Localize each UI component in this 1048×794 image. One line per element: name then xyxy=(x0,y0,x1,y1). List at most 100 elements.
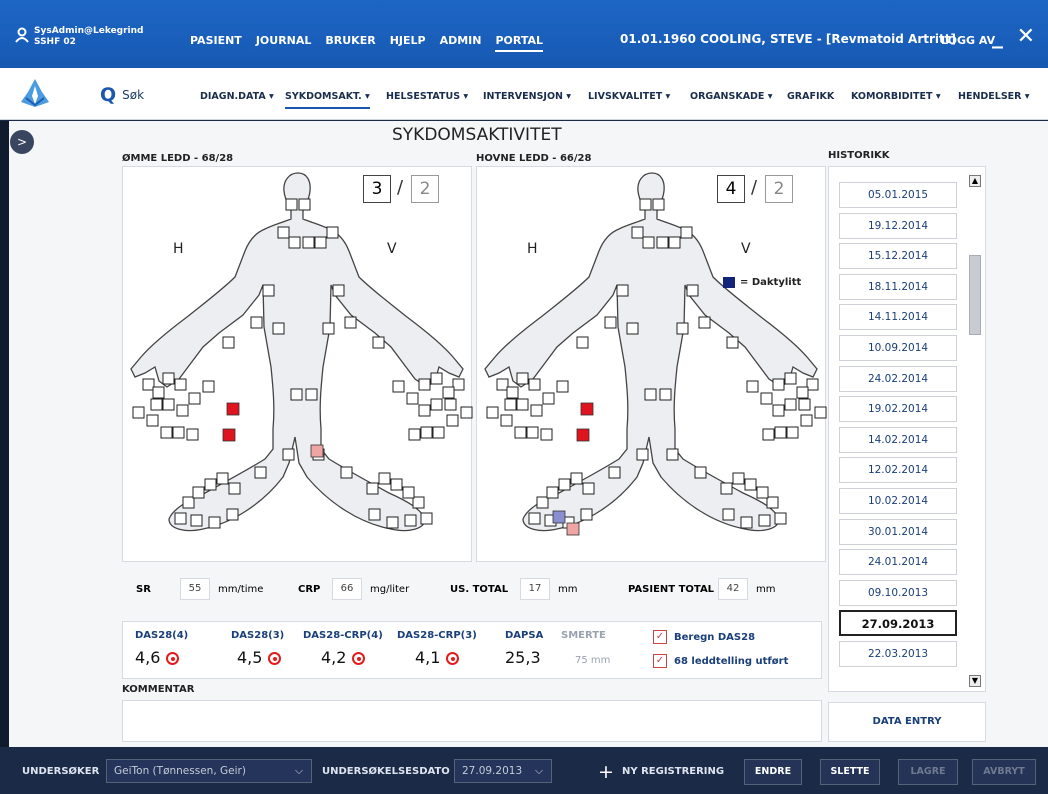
us-total-input[interactable]: 17 xyxy=(520,578,550,600)
joint-checkbox[interactable] xyxy=(496,378,509,391)
joint-checkbox[interactable] xyxy=(404,514,417,527)
sidebar-expand-button[interactable]: > xyxy=(10,130,34,154)
target-icon[interactable] xyxy=(166,652,180,665)
nav-portal[interactable]: PORTAL xyxy=(495,34,544,52)
joint-checkbox[interactable] xyxy=(766,496,779,509)
joint-checkbox[interactable] xyxy=(314,236,327,249)
joint-checkbox[interactable] xyxy=(760,392,773,405)
joint-checkbox[interactable] xyxy=(740,516,753,529)
joint-checkbox[interactable] xyxy=(642,236,655,249)
joint-checkbox[interactable] xyxy=(798,398,811,411)
history-date-item[interactable]: 05.01.2015 xyxy=(839,182,957,208)
joint-checkbox[interactable] xyxy=(228,482,241,495)
joint-checkbox[interactable] xyxy=(290,388,303,401)
nav-admin[interactable]: ADMIN xyxy=(440,34,482,52)
tab-diagn-data[interactable]: DIAGN.DATA ▾ xyxy=(200,91,274,102)
joint-checkbox[interactable] xyxy=(526,426,539,439)
scroll-down-icon[interactable]: ▼ xyxy=(969,675,981,687)
joint-checkbox[interactable] xyxy=(608,466,621,479)
history-scrollbar[interactable]: ▲ ▼ xyxy=(969,175,981,687)
joint-checkbox[interactable] xyxy=(542,392,555,405)
joint-checkbox[interactable] xyxy=(420,426,433,439)
joint-checkbox[interactable] xyxy=(176,404,189,417)
joint-checkbox[interactable] xyxy=(676,322,689,335)
joint-checkbox[interactable] xyxy=(694,466,707,479)
joint-checkbox[interactable] xyxy=(516,372,529,385)
joint-checkbox[interactable] xyxy=(442,386,455,399)
joint-checkbox[interactable] xyxy=(150,398,163,411)
joint-checkbox[interactable] xyxy=(408,428,421,441)
joint-checkbox[interactable] xyxy=(250,316,263,329)
target-icon[interactable] xyxy=(446,652,460,665)
joint-checkbox[interactable] xyxy=(186,428,199,441)
nav-journal[interactable]: JOURNAL xyxy=(256,34,312,52)
joint-checkbox[interactable] xyxy=(208,516,221,529)
joint-checkbox[interactable] xyxy=(344,316,357,329)
target-icon[interactable] xyxy=(268,652,282,665)
joint-checkbox[interactable] xyxy=(639,198,652,211)
joint-checkbox[interactable] xyxy=(631,226,644,239)
joint-checkbox[interactable] xyxy=(340,466,353,479)
tab-helsestatus[interactable]: HELSESTATUS ▾ xyxy=(386,91,468,102)
joint-marked-light[interactable] xyxy=(566,522,580,536)
joint-checkbox[interactable] xyxy=(666,448,679,461)
history-date-item[interactable]: 09.10.2013 xyxy=(839,579,957,606)
new-registration-button[interactable]: NY REGISTRERING xyxy=(622,766,724,777)
history-date-item[interactable]: 14.11.2014 xyxy=(839,304,957,331)
delete-button[interactable]: SLETTE xyxy=(820,759,880,785)
joint-checkbox[interactable] xyxy=(746,380,759,393)
joint-checkbox[interactable] xyxy=(162,372,175,385)
tab-sykdomsakt[interactable]: SYKDOMSAKT. ▾ xyxy=(285,91,370,109)
joint-checkbox[interactable] xyxy=(452,378,465,391)
joint-checkbox[interactable] xyxy=(412,496,425,509)
joint-checkbox[interactable] xyxy=(332,284,345,297)
joint-checkbox[interactable] xyxy=(732,472,745,485)
joint-checkbox[interactable] xyxy=(222,336,235,349)
joint-checkbox[interactable] xyxy=(172,426,185,439)
plus-icon[interactable]: + xyxy=(598,761,614,783)
leddtelling-checkbox[interactable]: ✓ 68 leddtelling utført xyxy=(653,654,788,668)
joint-marked[interactable] xyxy=(222,428,236,442)
joint-checkbox[interactable] xyxy=(686,284,699,297)
joint-checkbox[interactable] xyxy=(652,198,665,211)
joint-checkbox[interactable] xyxy=(202,380,215,393)
joint-checkbox[interactable] xyxy=(302,236,315,249)
joint-checkbox[interactable] xyxy=(604,316,617,329)
patient-header[interactable]: 01.01.1960 COOLING, STEVE - [Revmatoid A… xyxy=(620,32,956,46)
joint-checkbox[interactable] xyxy=(272,322,285,335)
edit-button[interactable]: ENDRE xyxy=(744,759,802,785)
history-date-item[interactable]: 18.11.2014 xyxy=(839,273,957,300)
joint-checkbox[interactable] xyxy=(146,414,159,427)
joint-checkbox[interactable] xyxy=(626,322,639,335)
app-logo[interactable] xyxy=(18,78,52,108)
joint-checkbox[interactable] xyxy=(506,386,519,399)
joint-checkbox[interactable] xyxy=(756,486,769,499)
joint-checkbox[interactable] xyxy=(636,448,649,461)
joint-checkbox[interactable] xyxy=(262,284,275,297)
tab-intervensjon[interactable]: INTERVENSJON ▾ xyxy=(483,91,571,102)
joint-checkbox[interactable] xyxy=(188,392,201,405)
joint-checkbox[interactable] xyxy=(784,372,797,385)
joint-checkbox[interactable] xyxy=(174,512,187,525)
target-icon[interactable] xyxy=(352,652,366,665)
joint-checkbox[interactable] xyxy=(192,486,205,499)
user-info[interactable]: SysAdmin@Lekegrind SSHF 02 xyxy=(34,26,144,48)
joint-checkbox[interactable] xyxy=(430,398,443,411)
cancel-button[interactable]: AVBRYT xyxy=(972,759,1036,785)
joint-checkbox[interactable] xyxy=(774,512,787,525)
tab-livskvalitet[interactable]: LIVSKVALITET ▾ xyxy=(588,91,670,102)
joint-checkbox[interactable] xyxy=(772,404,785,417)
joint-marked-light[interactable] xyxy=(310,444,324,458)
joint-checkbox[interactable] xyxy=(444,398,457,411)
examiner-select[interactable]: GeiTon (Tønnessen, Geir) ⌵ xyxy=(106,759,312,783)
joint-checkbox[interactable] xyxy=(305,388,318,401)
history-date-item[interactable]: 12.02.2014 xyxy=(839,457,957,484)
scroll-up-icon[interactable]: ▲ xyxy=(969,175,981,187)
joint-checkbox[interactable] xyxy=(285,198,298,211)
crp-input[interactable]: 66 xyxy=(332,578,362,600)
joint-checkbox[interactable] xyxy=(656,236,669,249)
joint-checkbox[interactable] xyxy=(500,414,513,427)
joint-checkbox[interactable] xyxy=(514,426,527,439)
joint-checkbox[interactable] xyxy=(366,482,379,495)
history-date-item[interactable]: 24.02.2014 xyxy=(839,365,957,392)
